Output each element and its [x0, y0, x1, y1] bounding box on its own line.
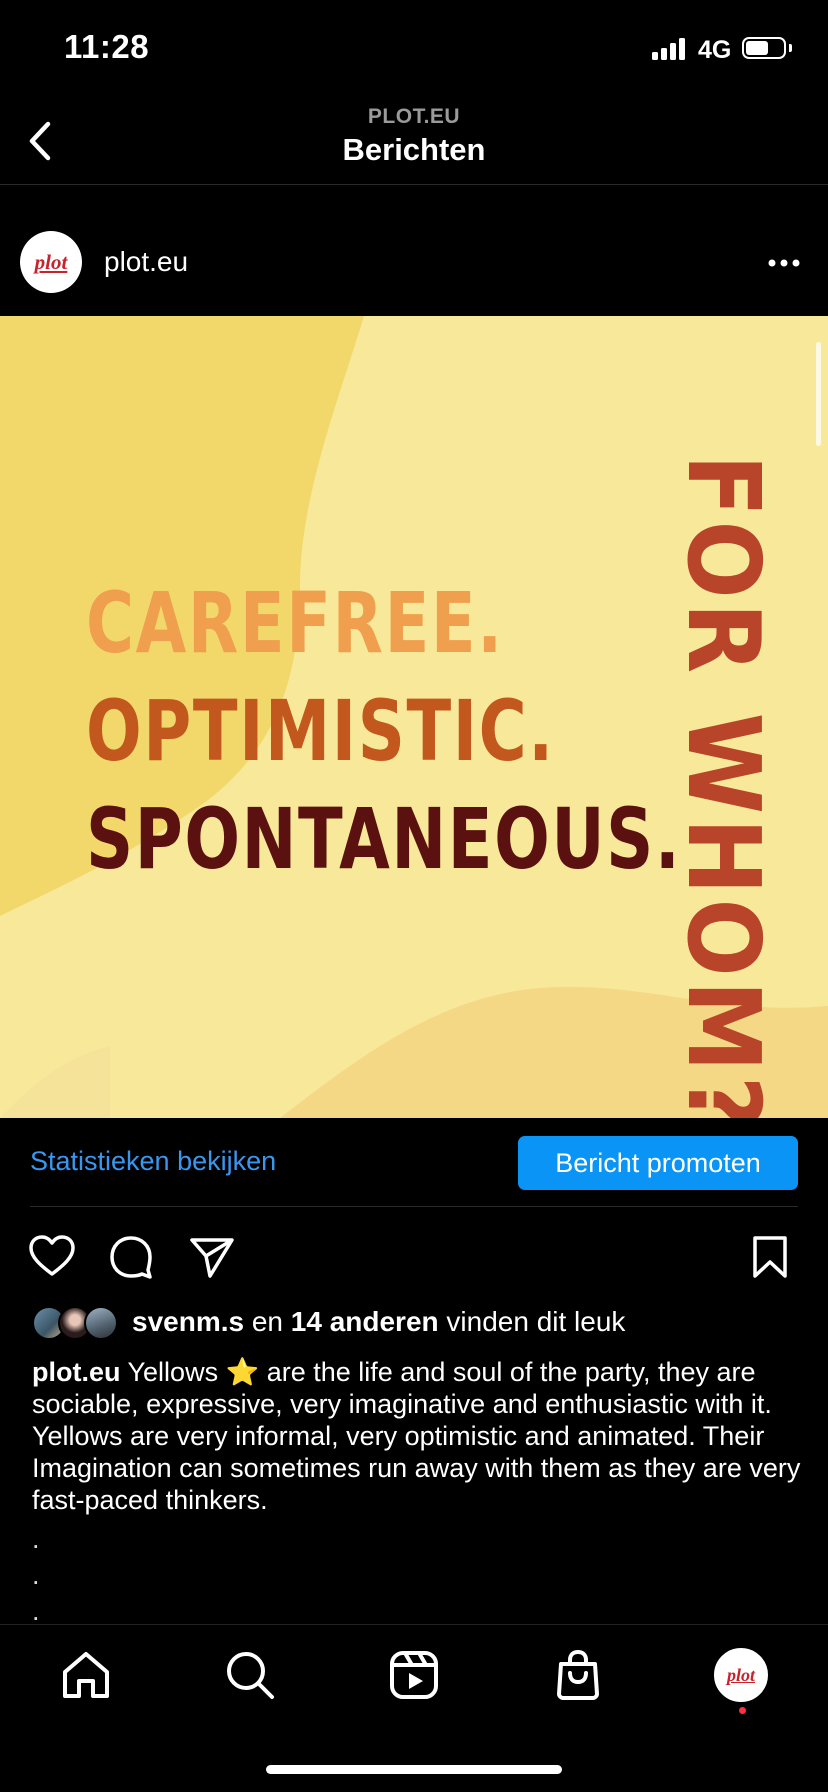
- likes-connector: en: [244, 1306, 291, 1337]
- likes-suffix: vinden dit leuk: [438, 1306, 626, 1337]
- search-icon[interactable]: [223, 1648, 277, 1702]
- profile-avatar[interactable]: plot: [714, 1648, 768, 1702]
- star-emoji-icon: ⭐: [225, 1357, 260, 1387]
- caption-text-start: Yellows: [120, 1357, 226, 1387]
- post-caption: plot.eu Yellows ⭐ are the life and soul …: [32, 1356, 802, 1516]
- vertical-headline: FOR WHOM?: [665, 454, 782, 1118]
- signal-icon: [652, 38, 685, 60]
- home-indicator[interactable]: [266, 1765, 562, 1774]
- comment-icon[interactable]: [108, 1234, 154, 1280]
- liked-by-avatars[interactable]: [32, 1306, 122, 1340]
- post-username[interactable]: plot.eu: [104, 246, 188, 278]
- network-type: 4G: [698, 36, 732, 64]
- likes-others[interactable]: 14 anderen: [291, 1306, 439, 1337]
- page-title: Berichten: [342, 132, 486, 167]
- profile-logo: plot: [726, 1664, 755, 1685]
- plot-logo: plot: [34, 249, 68, 274]
- liker-username[interactable]: svenm.s: [132, 1306, 244, 1337]
- for-whom-text: FOR WHOM?: [665, 454, 782, 1118]
- post-image[interactable]: CAREFREE. OPTIMISTIC. SPONTANEOUS. FOR W…: [0, 316, 828, 1118]
- actions-divider: [30, 1206, 798, 1207]
- reels-icon[interactable]: [387, 1648, 441, 1702]
- view-insights-link[interactable]: Statistieken bekijken: [30, 1146, 276, 1177]
- like-heart-icon[interactable]: [28, 1234, 76, 1278]
- battery-cap: [789, 44, 792, 52]
- share-send-icon[interactable]: [188, 1234, 236, 1280]
- notification-dot: [739, 1707, 746, 1714]
- status-time: 11:28: [64, 28, 150, 65]
- caption-username[interactable]: plot.eu: [32, 1357, 121, 1387]
- promote-post-button[interactable]: Bericht promoten: [518, 1136, 798, 1190]
- scroll-indicator: [816, 342, 821, 446]
- headline-optimistic: OPTIMISTIC.: [86, 682, 555, 780]
- liker-avatar: [84, 1306, 118, 1340]
- bookmark-icon[interactable]: [750, 1234, 790, 1280]
- home-icon[interactable]: [59, 1648, 113, 1702]
- battery-icon: [742, 37, 786, 59]
- headline-spontaneous: SPONTANEOUS.: [86, 790, 682, 888]
- shop-bag-icon[interactable]: [551, 1648, 605, 1702]
- caption-dot: .: [32, 1524, 40, 1554]
- caption-dot: .: [32, 1596, 40, 1626]
- header-subtitle: PLOT.EU: [367, 105, 461, 128]
- caption-dot: .: [32, 1560, 40, 1590]
- headline-carefree: CAREFREE.: [86, 574, 504, 672]
- likes-summary[interactable]: svenm.s en 14 anderen vinden dit leuk: [132, 1306, 625, 1338]
- more-options-icon[interactable]: [764, 250, 804, 276]
- post-avatar[interactable]: plot: [20, 231, 82, 293]
- nav-divider: [0, 1624, 828, 1625]
- header-divider: [0, 184, 828, 185]
